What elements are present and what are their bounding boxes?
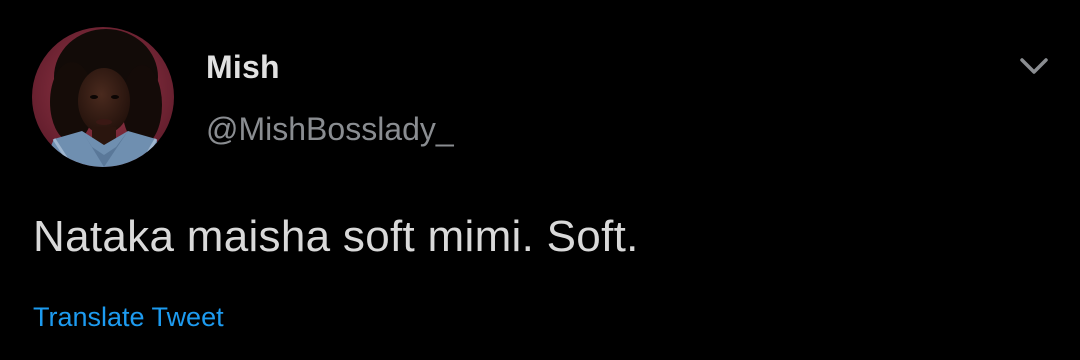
avatar[interactable] xyxy=(32,27,174,167)
tweet: Mish @MishBosslady_ Nataka maisha soft m… xyxy=(0,0,1080,360)
author-handle[interactable]: @MishBosslady_ xyxy=(206,111,454,148)
translate-tweet-link[interactable]: Translate Tweet xyxy=(33,302,224,333)
tweet-menu-button[interactable] xyxy=(1012,50,1056,82)
chevron-down-icon xyxy=(1020,58,1048,74)
user-avatar-image xyxy=(32,27,174,167)
tweet-text: Nataka maisha soft mimi. Soft. xyxy=(33,212,639,261)
author-display-name[interactable]: Mish xyxy=(206,49,280,86)
